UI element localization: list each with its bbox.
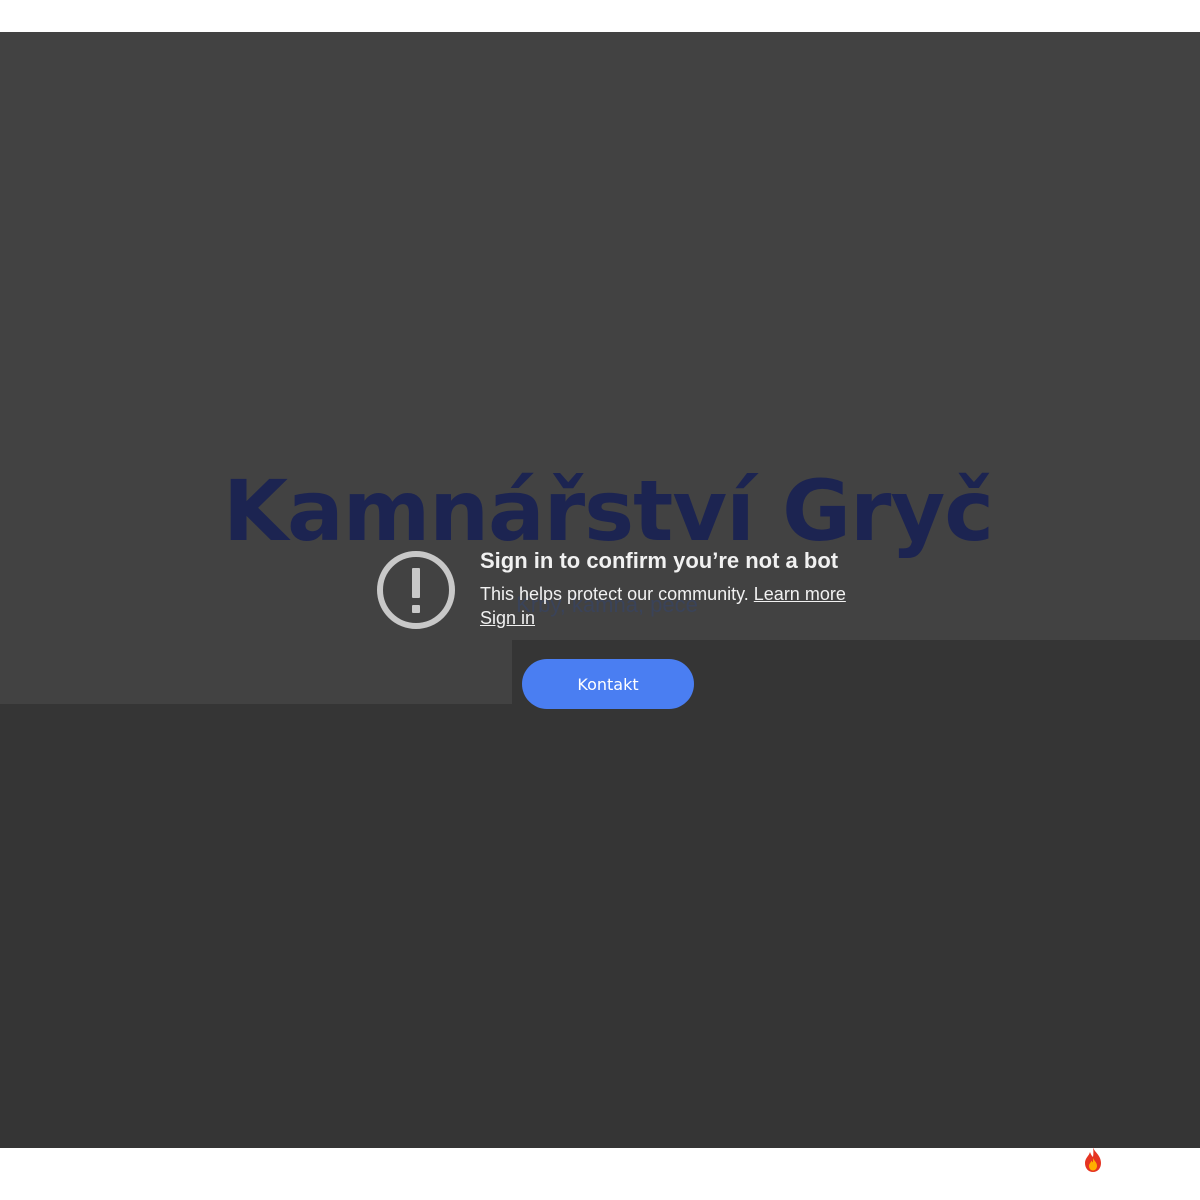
sign-in-link[interactable]: Sign in [480, 608, 535, 629]
hero-background [0, 640, 1200, 1148]
learn-more-link[interactable]: Learn more [754, 584, 846, 604]
bot-check-message: This helps protect our community. [480, 584, 754, 604]
top-bar [0, 0, 1200, 32]
footer-strip [0, 1148, 1200, 1200]
bot-check-message-line: This helps protect our community. Learn … [480, 584, 846, 605]
fire-icon[interactable] [1081, 1146, 1105, 1174]
bot-check-notice: Sign in to confirm you’re not a bot This… [376, 546, 876, 636]
bot-check-title: Sign in to confirm you’re not a bot [480, 548, 839, 573]
alert-circle-icon [377, 551, 455, 629]
contact-button[interactable]: Kontakt [522, 659, 694, 709]
video-embed-extension [0, 640, 512, 704]
page: Kamnářství Gryč Krby, kamna, pece Sign i… [0, 0, 1200, 1200]
